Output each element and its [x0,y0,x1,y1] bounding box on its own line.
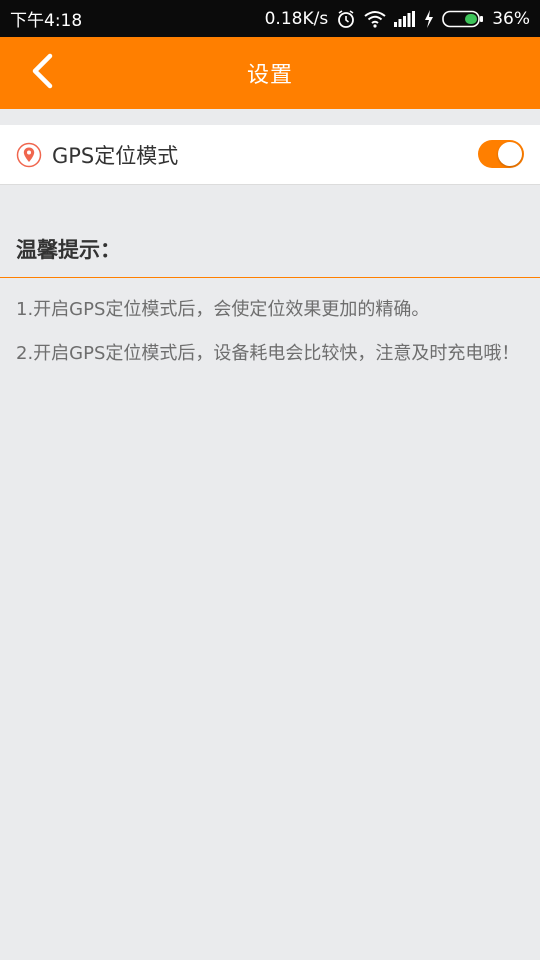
back-button[interactable] [24,53,60,93]
tip-item: 1.开启GPS定位模式后，会使定位效果更加的精确。 [16,299,430,320]
wifi-icon [364,10,386,28]
gps-setting-row[interactable]: GPS定位模式 [0,125,540,185]
chevron-left-icon [30,53,54,93]
tips-title: 温馨提示： [16,238,121,262]
app-bar: 设置 [0,37,540,109]
status-bar: 下午4:18 0.18K/s 36% [0,0,540,37]
tip-item: 2.开启GPS定位模式后，设备耗电会比较快，注意及时充电哦！ [16,343,520,364]
toggle-knob [498,142,522,166]
gps-mode-label: GPS定位模式 [52,143,179,168]
charging-icon [424,9,434,28]
signal-icon [394,10,416,27]
page-title: 设置 [246,63,293,88]
gps-mode-toggle[interactable] [478,140,524,168]
status-right: 0.18K/s 36% [265,9,530,29]
status-left: 下午4:18 [10,6,82,31]
battery-icon [442,10,484,28]
alarm-icon [336,9,356,29]
tips-divider [0,277,540,278]
network-speed: 0.18K/s [264,8,329,29]
status-time: 下午4:18 [10,11,83,31]
location-pin-icon [16,142,42,168]
battery-level: 36% [492,8,530,29]
